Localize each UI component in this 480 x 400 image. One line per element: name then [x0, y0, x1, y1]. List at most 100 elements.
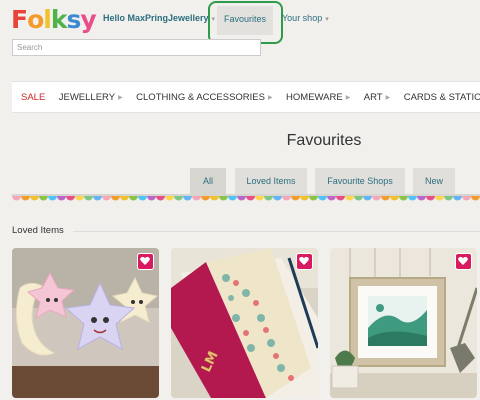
your-shop-menu[interactable]: Your shop ▾	[282, 13, 329, 23]
caret-right-icon: ▶	[345, 95, 351, 101]
section-title: Loved Items	[12, 225, 64, 236]
bunting-flag	[66, 196, 75, 201]
bunting-divider	[12, 194, 480, 201]
logo-letter: l	[43, 5, 52, 34]
bunting-flag	[309, 196, 318, 201]
loved-item-card[interactable]: LM	[171, 248, 318, 398]
category-clothing[interactable]: CLOTHING & ACCESSORIES ▶	[136, 82, 273, 112]
category-cards[interactable]: CARDS & STATIONERY▶	[403, 82, 480, 112]
your-shop-label: Your shop	[282, 13, 323, 23]
bunting-flag	[291, 196, 300, 201]
bunting-flag	[111, 196, 120, 201]
tab-label: Favourite Shops	[327, 176, 393, 186]
bunting-flag	[255, 196, 264, 201]
search-input[interactable]: Search	[12, 39, 261, 56]
highlight-box	[208, 1, 283, 44]
logo-letter: F	[11, 5, 28, 34]
category-label: ART	[363, 92, 383, 103]
loved-item-card[interactable]	[12, 248, 159, 398]
tab-label: New	[424, 176, 443, 186]
bunting-flag	[453, 196, 462, 201]
page-title: Favourites	[286, 132, 362, 149]
bunting-flag	[300, 196, 309, 201]
bunting-flag	[93, 196, 102, 201]
bunting-flag	[444, 196, 453, 201]
bunting-flag	[138, 196, 147, 201]
bunting-flag	[264, 196, 273, 201]
bunting-flag	[30, 196, 39, 201]
logo-letter: k	[50, 5, 68, 34]
category-label: HOMEWARE	[286, 92, 343, 103]
bunting-flag	[435, 196, 444, 201]
category-sale[interactable]: SALE	[21, 82, 46, 112]
bunting-flag	[282, 196, 291, 201]
category-art[interactable]: ART ▶	[363, 82, 391, 112]
bunting-flag	[372, 196, 381, 201]
category-nav: SALE JEWELLERY ▶ CLOTHING & ACCESSORIES ▶ …	[12, 81, 480, 113]
logo-letter: y	[80, 5, 96, 34]
bunting-flag	[57, 196, 66, 201]
favourite-heart-button[interactable]	[296, 253, 313, 270]
bunting-flag	[48, 196, 57, 201]
caret-right-icon: ▶	[118, 95, 123, 101]
bunting-flag	[345, 196, 354, 201]
bunting-flag	[174, 196, 183, 201]
bunting-flag	[462, 196, 471, 201]
heart-icon	[458, 256, 468, 265]
bunting-flag	[219, 196, 228, 201]
bunting-flag	[39, 196, 48, 201]
category-label: JEWELLERY	[58, 92, 116, 103]
category-label: SALE	[21, 92, 46, 103]
product-image	[330, 248, 477, 398]
product-image: LM	[171, 248, 318, 398]
bunting-flag	[354, 196, 363, 201]
favourite-heart-button[interactable]	[455, 253, 472, 270]
product-image	[12, 248, 159, 398]
folksy-logo[interactable]: Folksy	[11, 5, 97, 34]
bunting-flag	[201, 196, 210, 201]
logo-letter: o	[27, 5, 44, 34]
tab-new[interactable]: New	[413, 168, 455, 194]
bunting-flag	[84, 196, 93, 201]
category-jewellery[interactable]: JEWELLERY ▶	[58, 82, 123, 112]
bunting-flag	[426, 196, 435, 201]
tab-favourite-shops[interactable]: Favourite Shops	[315, 168, 405, 194]
bunting-flag	[471, 196, 480, 201]
heart-icon	[140, 256, 150, 265]
bunting-flag	[318, 196, 327, 201]
bunting-flag	[129, 196, 138, 201]
bunting-flag	[336, 196, 345, 201]
favourite-heart-button[interactable]	[137, 253, 154, 270]
bunting-flag	[237, 196, 246, 201]
bunting-flag	[21, 196, 30, 201]
tab-label: All	[202, 176, 213, 186]
bunting-flag	[390, 196, 399, 201]
bunting-flag	[165, 196, 174, 201]
logo-letter: s	[66, 5, 81, 34]
loved-item-card[interactable]	[330, 248, 477, 398]
bunting-flag	[156, 196, 165, 201]
bunting-flag	[273, 196, 282, 201]
bunting-flag	[417, 196, 426, 201]
chevron-down-icon: ▾	[325, 16, 329, 23]
tab-loved-items[interactable]: Loved Items	[235, 168, 307, 194]
bunting-flag	[183, 196, 192, 201]
account-greeting: Hello MaxPringJewellery	[103, 13, 209, 23]
category-homeware[interactable]: HOMEWARE ▶	[286, 82, 351, 112]
bunting-flag	[381, 196, 390, 201]
caret-right-icon: ▶	[267, 95, 273, 101]
bunting-flag	[120, 196, 129, 201]
bunting-flag	[408, 196, 417, 201]
bunting-flag	[147, 196, 156, 201]
tab-all[interactable]: All	[190, 168, 226, 194]
bunting-flag	[327, 196, 336, 201]
category-label: CARDS & STATIONERY	[403, 92, 480, 103]
account-menu[interactable]: Hello MaxPringJewellery ▾	[103, 13, 215, 23]
search-placeholder: Search	[17, 43, 43, 52]
bunting-flag	[246, 196, 255, 201]
bunting-flag	[363, 196, 372, 201]
heart-icon	[299, 256, 309, 265]
bunting-flag	[210, 196, 219, 201]
caret-right-icon: ▶	[385, 95, 391, 101]
tab-label: Loved Items	[246, 176, 296, 186]
